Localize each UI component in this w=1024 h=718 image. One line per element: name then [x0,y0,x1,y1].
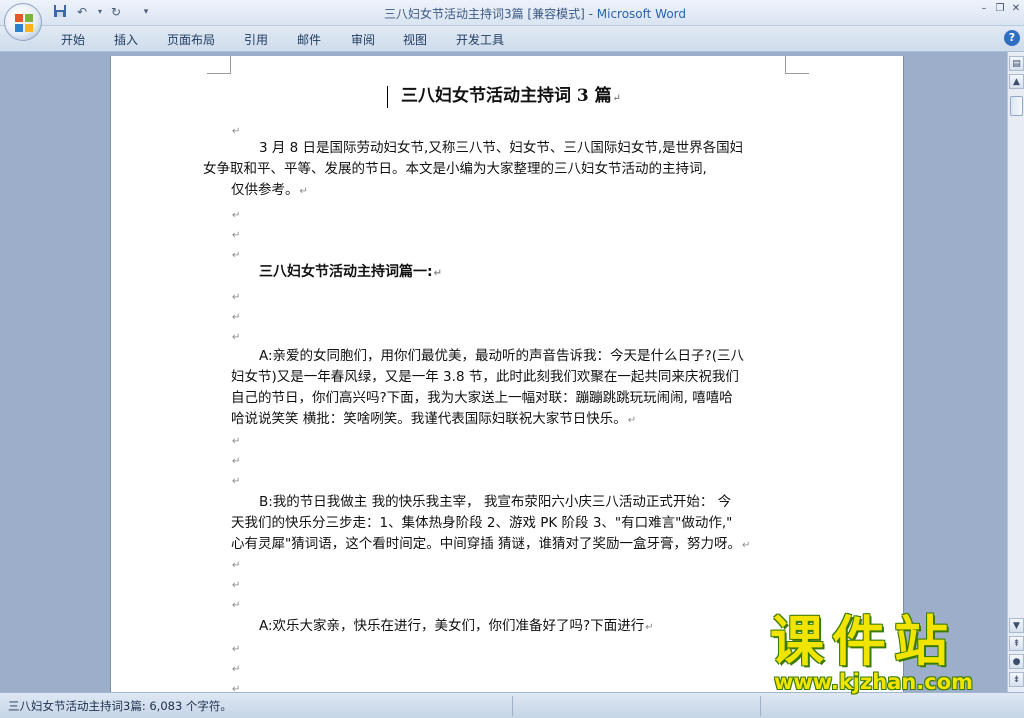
undo-icon[interactable]: ↶ [74,4,90,20]
doc-title: 三八妇女节活动主持词 3 篇↵ [400,86,622,106]
office-logo-icon [15,14,33,32]
undo-dropdown-icon[interactable]: ▾ [92,4,108,20]
ribbon-tab-bar: 开始 插入 页面布局 引用 邮件 审阅 视图 开发工具 ? [0,26,1024,52]
word-count-status[interactable]: 三八妇女节活动主持词3篇: 6,083 个字符。 [8,698,232,714]
watermark-main-text: 课件站 [770,610,956,673]
status-divider [760,696,761,716]
title-bar: ↶ ▾ ↻ ▾ 三八妇女节活动主持词3篇 [兼容模式] - Microsoft … [0,0,1024,26]
save-icon[interactable] [52,4,68,20]
tab-mailings[interactable]: 邮件 [297,31,321,48]
dialog-paragraph: A:亲爱的女同胞们，用你们最优美，最动听的声音告诉我：今天是什么日子?(三八 妇… [231,348,744,427]
empty-paragraph: ↵ [232,684,241,692]
empty-paragraph: ↵ [232,644,241,655]
tab-developer[interactable]: 开发工具 [456,31,504,48]
tab-view[interactable]: 视图 [403,31,427,48]
document-page[interactable]: 三八妇女节活动主持词 3 篇↵ ↵ 3 月 8 日是国际劳动妇女节,又称三八节、… [110,56,904,692]
crop-mark [207,56,231,74]
view-ruler-icon[interactable]: ▤ [1009,56,1024,71]
minimize-button[interactable]: – [976,2,992,16]
intro-paragraph: 3 月 8 日是国际劳动妇女节,又称三八节、妇女节、三八国际妇女节,是世界各国妇… [203,140,744,198]
empty-paragraph: ↵ [232,210,241,221]
customize-icon[interactable]: ▾ [138,4,154,20]
empty-paragraph: ↵ [232,456,241,467]
close-button[interactable]: ✕ [1008,2,1024,16]
document-area: 三八妇女节活动主持词 3 篇↵ ↵ 3 月 8 日是国际劳动妇女节,又称三八节、… [0,52,1007,692]
window-title: 三八妇女节活动主持词3篇 [兼容模式] - Microsoft Word [383,7,687,21]
empty-paragraph: ↵ [232,230,241,241]
tab-insert[interactable]: 插入 [114,31,138,48]
next-page-icon[interactable]: ⇟ [1009,672,1024,687]
empty-paragraph: ↵ [232,580,241,591]
redo-icon[interactable]: ↻ [108,4,124,20]
office-button[interactable] [4,3,42,41]
empty-paragraph: ↵ [232,560,241,571]
help-icon[interactable]: ? [1004,30,1020,46]
empty-paragraph: ↵ [232,332,241,343]
empty-paragraph: ↵ [232,312,241,323]
empty-paragraph: ↵ [232,476,241,487]
restore-button[interactable]: ❐ [992,2,1008,16]
tab-page-layout[interactable]: 页面布局 [167,31,215,48]
tab-review[interactable]: 审阅 [351,31,375,48]
select-browse-object-icon[interactable]: ● [1009,654,1024,669]
empty-paragraph: ↵ [232,664,241,675]
empty-paragraph: ↵ [232,292,241,303]
scroll-thumb[interactable] [1010,96,1023,116]
dialog-paragraph: A:欢乐大家亲，快乐在进行，美女们，你们准备好了吗?下面进行↵ [259,618,654,634]
dialog-paragraph: B:我的节日我做主 我的快乐我主宰， 我宣布荥阳六小庆三八活动正式开始： 今 天… [231,494,751,552]
watermark-url: www.kjzhan.com [774,670,974,694]
scroll-down-icon[interactable]: ▼ [1009,618,1024,633]
tab-references[interactable]: 引用 [244,31,268,48]
status-bar: 三八妇女节活动主持词3篇: 6,083 个字符。 [0,692,1024,718]
crop-mark [785,56,809,74]
watermark-logo: 课件站 www.kjzhan.com [770,610,1010,695]
empty-paragraph: ↵ [232,600,241,611]
empty-paragraph: ↵ [232,436,241,447]
section-heading: 三八妇女节活动主持词篇一:↵ [259,264,442,280]
status-divider [512,696,513,716]
previous-page-icon[interactable]: ⇞ [1009,636,1024,651]
vertical-scrollbar[interactable]: ▤ ▲ ▼ ⇞ ● ⇟ [1007,52,1024,692]
scroll-up-icon[interactable]: ▲ [1009,74,1024,89]
tab-home[interactable]: 开始 [61,31,85,48]
